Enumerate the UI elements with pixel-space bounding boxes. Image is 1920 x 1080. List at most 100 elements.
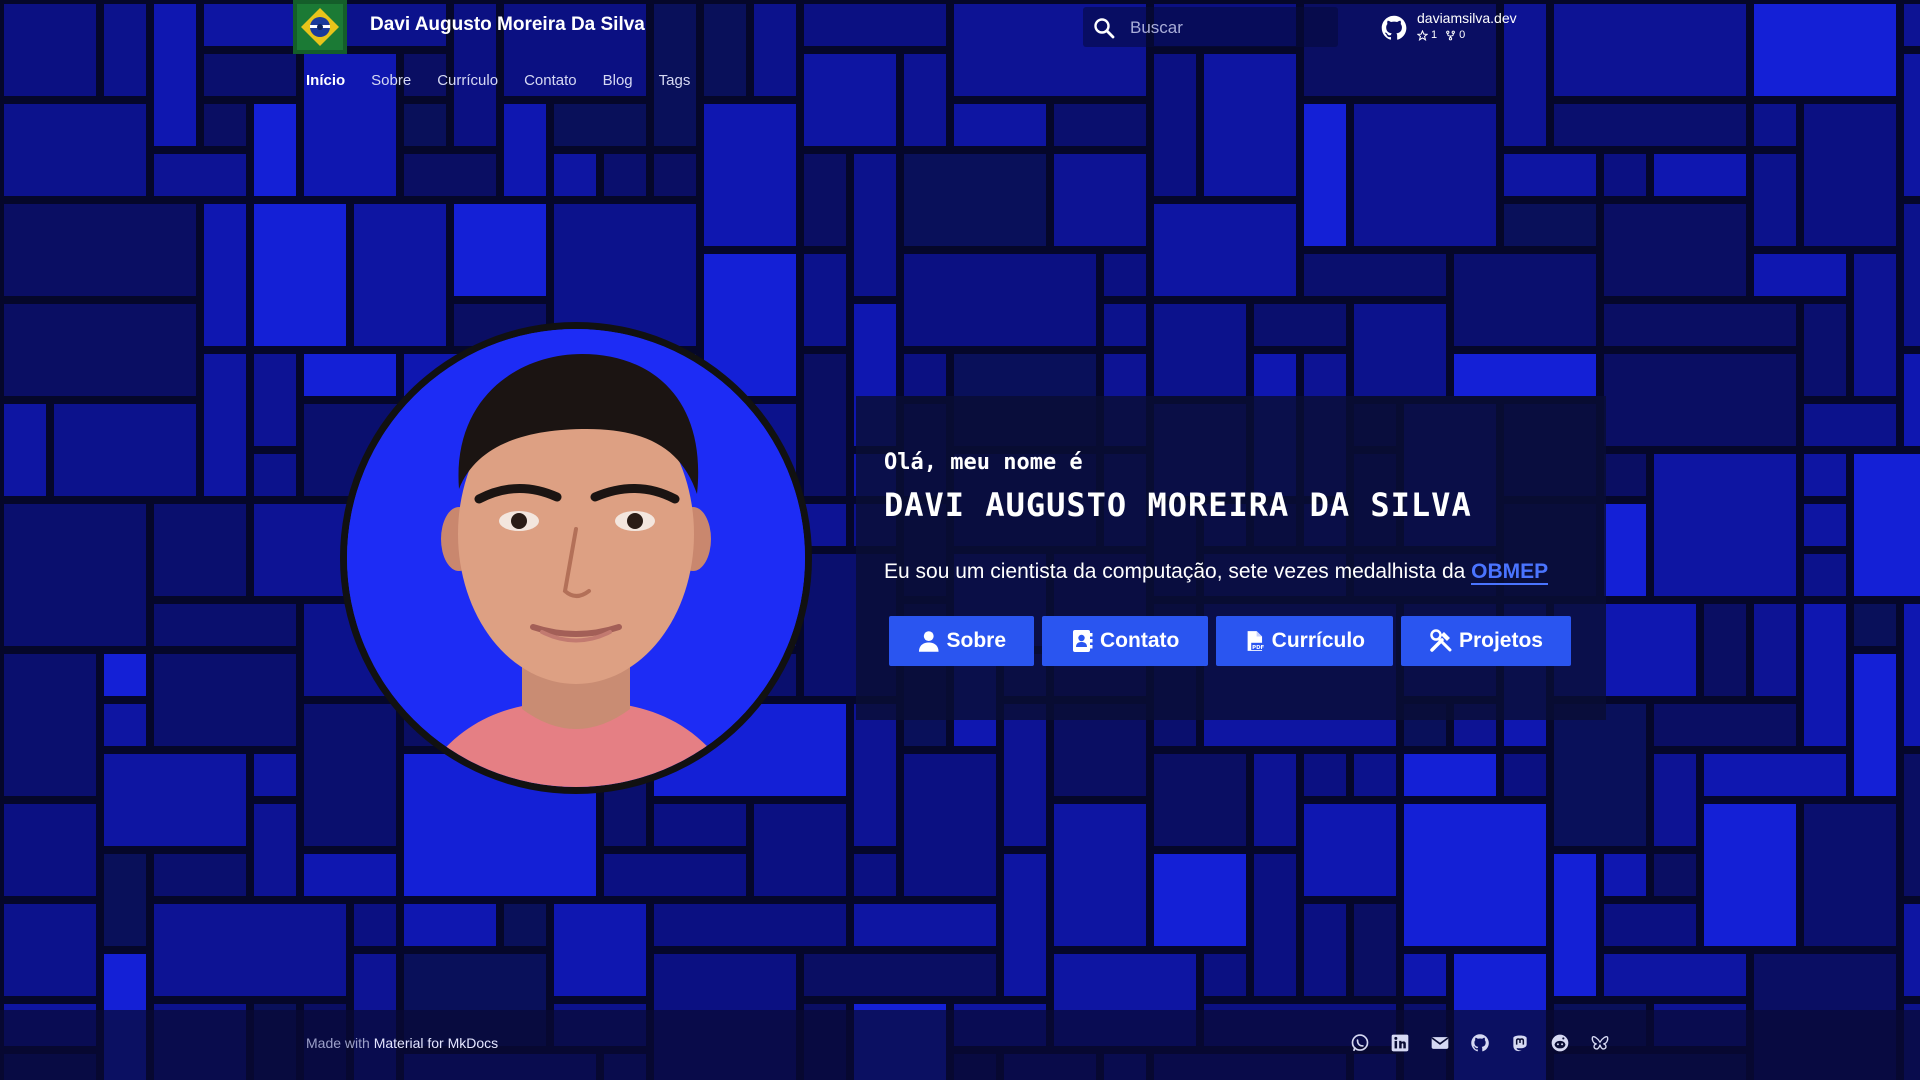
mosaic-tile: [1404, 754, 1496, 796]
mosaic-tile: [804, 254, 846, 346]
mosaic-tile: [1854, 254, 1896, 396]
mosaic-tile: [154, 854, 246, 896]
site-title[interactable]: Davi Augusto Moreira Da Silva: [370, 14, 645, 36]
tab-blog[interactable]: Blog: [590, 70, 646, 96]
mosaic-tile: [1854, 454, 1920, 596]
address-book-icon: [1073, 630, 1093, 652]
mosaic-tile: [1854, 654, 1896, 796]
mosaic-tile: [204, 54, 296, 96]
mosaic-tile: [1754, 104, 1796, 146]
search-input[interactable]: [1128, 13, 1332, 43]
mosaic-tile: [1704, 804, 1796, 946]
mosaic-tile: [1554, 854, 1596, 996]
material-for-mkdocs-link[interactable]: Material for MkDocs: [374, 1035, 498, 1051]
tab-tags[interactable]: Tags: [646, 70, 704, 96]
mosaic-tile: [254, 354, 296, 446]
mosaic-tile: [404, 104, 446, 146]
obmep-link[interactable]: OBMEP: [1471, 560, 1549, 585]
mosaic-tile: [1154, 304, 1246, 396]
mosaic-tile: [1804, 104, 1896, 246]
mosaic-tile: [1604, 354, 1796, 446]
mosaic-tile: [54, 404, 196, 496]
site-logo[interactable]: [293, 0, 347, 54]
mosaic-tile: [1804, 504, 1846, 546]
svg-text:PDF: PDF: [1252, 645, 1264, 651]
tab-contato[interactable]: Contato: [511, 70, 590, 96]
search-icon[interactable]: [1092, 16, 1116, 40]
sobre-button-label: Sobre: [946, 629, 1006, 652]
mosaic-tile: [104, 854, 146, 946]
mosaic-tile: [1804, 454, 1846, 496]
bluesky-icon[interactable]: [1590, 1033, 1610, 1053]
mosaic-tile: [1654, 854, 1696, 896]
navigation-tabs: Início Sobre Currículo Contato Blog Tags: [293, 70, 703, 96]
linkedin-icon[interactable]: [1390, 1033, 1410, 1053]
mosaic-tile: [1204, 954, 1246, 996]
mail-icon[interactable]: [1430, 1033, 1450, 1053]
repository-link[interactable]: daviamsilva.dev 1 0: [1380, 8, 1540, 48]
mosaic-tile: [354, 204, 446, 346]
tab-curriculo[interactable]: Currículo: [424, 70, 511, 96]
projetos-button[interactable]: Projetos: [1401, 616, 1571, 666]
mosaic-tile: [254, 104, 296, 196]
mosaic-tile: [1704, 604, 1746, 696]
mosaic-tile: [1804, 604, 1846, 746]
mosaic-tile: [1904, 904, 1920, 996]
github-icon[interactable]: [1470, 1033, 1490, 1053]
mosaic-tile: [1604, 904, 1696, 946]
mastodon-icon[interactable]: [1510, 1033, 1530, 1053]
header: Davi Augusto Moreira Da Silva daviamsilv…: [0, 0, 1920, 54]
pdf-file-icon: PDF: [1247, 631, 1265, 651]
mosaic-tile: [1554, 104, 1746, 146]
mosaic-tile: [404, 154, 496, 196]
mosaic-tile: [804, 54, 896, 146]
mosaic-tile: [254, 454, 296, 496]
search-box[interactable]: [1083, 7, 1338, 47]
mosaic-tile: [304, 854, 396, 896]
curriculo-button[interactable]: PDF Currículo: [1216, 616, 1393, 666]
mosaic-tile: [1104, 304, 1146, 346]
mosaic-tile: [104, 654, 146, 696]
mosaic-tile: [854, 854, 896, 896]
mosaic-tile: [204, 354, 246, 496]
mosaic-tile: [1154, 54, 1196, 196]
mosaic-tile: [1604, 204, 1746, 296]
mosaic-tile: [1604, 304, 1796, 346]
mosaic-tile: [1254, 754, 1296, 846]
mosaic-tile: [1504, 154, 1596, 196]
mosaic-tile: [1104, 254, 1146, 296]
contato-button[interactable]: Contato: [1042, 616, 1208, 666]
mosaic-tile: [4, 504, 146, 646]
made-with-text: Made with Material for MkDocs: [306, 1035, 498, 1051]
reddit-icon[interactable]: [1550, 1033, 1570, 1053]
mosaic-tile: [1604, 454, 1646, 496]
mosaic-tile: [554, 104, 646, 146]
mosaic-tile: [1304, 804, 1396, 896]
mosaic-tile: [1754, 154, 1796, 246]
mosaic-tile: [1854, 604, 1896, 646]
mosaic-tile: [1654, 154, 1746, 196]
tab-sobre[interactable]: Sobre: [358, 70, 424, 96]
mosaic-tile: [804, 154, 846, 246]
mosaic-tile: [1304, 754, 1346, 796]
mosaic-tile: [1054, 104, 1146, 146]
sobre-button[interactable]: Sobre: [889, 616, 1034, 666]
mosaic-tile: [1504, 754, 1546, 796]
mosaic-tile: [1604, 154, 1646, 196]
mosaic-tile: [1554, 704, 1646, 846]
mosaic-tile: [1804, 304, 1846, 396]
brazil-flag-icon: [293, 0, 347, 54]
mosaic-tile: [1054, 804, 1146, 946]
mosaic-tile: [854, 904, 996, 946]
mosaic-tile: [754, 804, 846, 896]
mosaic-tile: [4, 204, 196, 296]
mosaic-tile: [4, 104, 146, 196]
whatsapp-icon[interactable]: [1350, 1033, 1370, 1053]
tab-inicio[interactable]: Início: [293, 70, 358, 96]
hero-buttons: Sobre Contato PDF Currículo Projetos: [889, 616, 1571, 666]
mosaic-tile: [1154, 854, 1246, 946]
mosaic-tile: [1004, 854, 1046, 996]
mosaic-tile: [1804, 554, 1846, 596]
mosaic-tile: [254, 804, 296, 896]
fork-icon: [1446, 30, 1456, 40]
